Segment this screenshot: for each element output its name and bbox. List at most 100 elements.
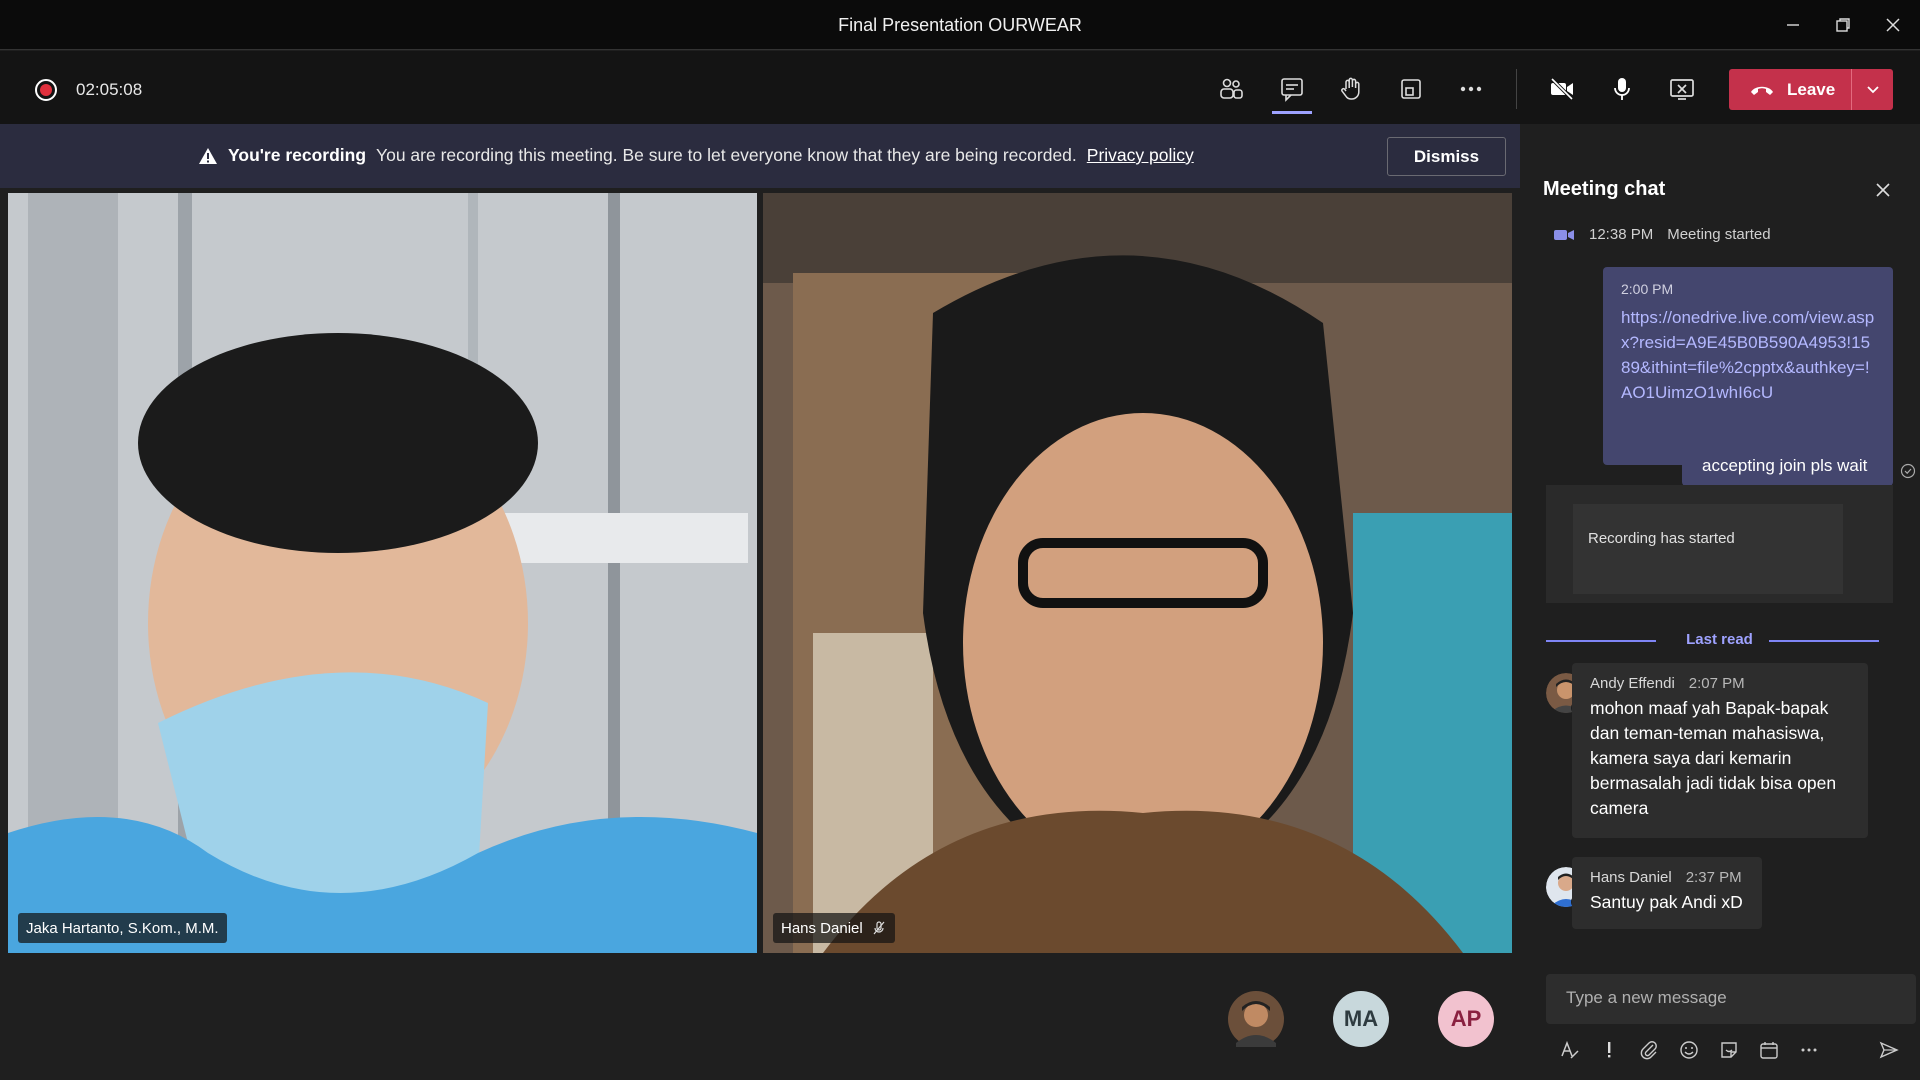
meeting-started-text: Meeting started: [1667, 226, 1771, 243]
meeting-started-time: 12:38 PM: [1589, 226, 1654, 243]
chat-button[interactable]: [1272, 69, 1312, 109]
video-tile-hans[interactable]: Hans Daniel: [763, 193, 1512, 953]
message-time: 2:00 PM: [1621, 281, 1674, 297]
recording-text: You are recording this meeting. Be sure …: [376, 145, 1077, 165]
chat-icon: [1281, 78, 1303, 102]
recording-title: You're recording: [228, 145, 367, 165]
compose-toolbar: [1546, 1030, 1918, 1070]
leave-button[interactable]: Leave: [1729, 69, 1851, 110]
close-icon: [1876, 183, 1890, 197]
raise-hand-button[interactable]: [1331, 69, 1371, 109]
exclamation-icon: [1608, 1042, 1611, 1058]
chat-message-andy[interactable]: Andy Effendi 2:07 PM mohon maaf yah Bapak…: [1572, 663, 1868, 838]
video-tile-jaka[interactable]: Jaka Hartanto, S.Kom., M.M.: [8, 193, 757, 953]
self-message-link[interactable]: 2:00 PM https://onedrive.live.com/view.a…: [1603, 267, 1893, 465]
format-button[interactable]: [1558, 1038, 1582, 1062]
video-feed-jaka: [8, 193, 757, 953]
chat-message-hans[interactable]: Hans Daniel 2:37 PM Santuy pak Andi xD: [1572, 857, 1762, 929]
camera-off-icon: [1550, 77, 1574, 101]
participant-name: Jaka Hartanto, S.Kom., M.M.: [26, 919, 219, 937]
more-icon: [1801, 1048, 1817, 1052]
emoji-button[interactable]: [1677, 1038, 1701, 1062]
restore-button[interactable]: [1820, 10, 1866, 40]
restore-icon: [1836, 18, 1850, 32]
message-text: mohon maaf yah Bapak-bapak dan teman-tem…: [1590, 698, 1837, 818]
minimize-button[interactable]: [1770, 10, 1816, 40]
important-button[interactable]: [1597, 1038, 1621, 1062]
chat-active-indicator: [1272, 111, 1312, 114]
recording-message: You're recording You are recording this …: [198, 145, 1194, 166]
dismiss-button[interactable]: Dismiss: [1387, 137, 1506, 176]
participant-avatar-ma[interactable]: MA: [1333, 991, 1389, 1047]
mic-muted-icon: [873, 921, 885, 935]
meeting-chat-panel: Meeting chat 12:38 PM Meeting started 2:…: [1521, 124, 1920, 1080]
title-bar: Final Presentation OURWEAR: [0, 0, 1920, 50]
share-screen-button[interactable]: [1662, 69, 1702, 109]
participants-button[interactable]: [1211, 69, 1251, 109]
toolbar-separator: [1516, 69, 1517, 109]
participant-avatar-ap[interactable]: AP: [1438, 991, 1494, 1047]
message-text: accepting join pls wait: [1702, 456, 1868, 475]
privacy-policy-link[interactable]: Privacy policy: [1087, 145, 1194, 166]
message-time: 2:37 PM: [1685, 869, 1742, 886]
schedule-button[interactable]: [1757, 1038, 1781, 1062]
last-read-label: Last read: [1686, 631, 1753, 648]
leave-label: Leave: [1787, 79, 1836, 99]
rooms-button[interactable]: [1391, 69, 1431, 109]
emoji-icon: [1680, 1041, 1698, 1059]
recording-indicator-icon: [35, 79, 57, 101]
message-author: Hans Daniel: [1590, 869, 1672, 886]
camera-toggle-button[interactable]: [1542, 69, 1582, 109]
sticker-button[interactable]: [1717, 1038, 1741, 1062]
video-feed-hans: [763, 193, 1512, 953]
message-text: Santuy pak Andi xD: [1590, 892, 1743, 912]
more-icon: [1460, 86, 1482, 92]
send-button[interactable]: [1877, 1038, 1901, 1062]
people-icon: [1220, 78, 1243, 99]
paperclip-icon: [1640, 1041, 1657, 1060]
message-author: Andy Effendi: [1590, 675, 1675, 692]
teams-meeting-window: Final Presentation OURWEAR 02:05:08 Leav…: [0, 0, 1920, 1080]
attach-button[interactable]: [1637, 1038, 1661, 1062]
participant-name-tag: Hans Daniel: [773, 913, 895, 943]
onedrive-link[interactable]: https://onedrive.live.com/view.aspx?resi…: [1621, 305, 1875, 405]
format-icon: [1561, 1040, 1579, 1059]
more-options-button[interactable]: [1797, 1038, 1821, 1062]
close-chat-button[interactable]: [1869, 176, 1897, 204]
warning-icon: [199, 147, 217, 164]
message-meta: Hans Daniel 2:37 PM: [1590, 869, 1744, 886]
leave-meeting-control: Leave: [1729, 69, 1893, 110]
meeting-toolbar: 02:05:08 Leave: [0, 51, 1920, 124]
sticker-icon: [1721, 1042, 1737, 1058]
leave-options-button[interactable]: [1852, 85, 1893, 95]
microphone-toggle-button[interactable]: [1602, 69, 1642, 109]
raise-hand-icon: [1341, 77, 1360, 100]
more-actions-button[interactable]: [1451, 69, 1491, 109]
microphone-icon: [1614, 78, 1630, 100]
share-screen-icon: [1670, 79, 1694, 100]
video-camera-icon: [1554, 229, 1574, 240]
calendar-icon: [1760, 1042, 1778, 1059]
message-compose-input[interactable]: Type a new message: [1546, 974, 1916, 1024]
participant-name-tag: Jaka Hartanto, S.Kom., M.M.: [18, 913, 227, 943]
send-icon: [1879, 1041, 1899, 1059]
participant-name: Hans Daniel: [781, 919, 863, 937]
chevron-down-icon: [1866, 85, 1879, 93]
window-title: Final Presentation OURWEAR: [838, 15, 1082, 35]
seen-check-icon: [1900, 463, 1916, 479]
self-message-short[interactable]: accepting join pls wait: [1682, 446, 1893, 486]
message-time: 2:07 PM: [1688, 675, 1745, 692]
close-window-button[interactable]: [1870, 10, 1916, 40]
recording-banner: You're recording You are recording this …: [0, 124, 1520, 188]
chat-title: Meeting chat: [1543, 178, 1666, 200]
participant-avatar-photo[interactable]: [1228, 991, 1284, 1047]
recording-notice-card: Recording has started: [1573, 504, 1843, 594]
close-icon: [1886, 18, 1900, 32]
avatar-photo: [1228, 991, 1284, 1047]
message-meta: Andy Effendi 2:07 PM: [1590, 675, 1850, 692]
meeting-timer: 02:05:08: [76, 80, 143, 99]
hang-up-icon: [1751, 86, 1773, 95]
meeting-started-line: 12:38 PM Meeting started: [1553, 226, 1771, 243]
minimize-icon: [1787, 24, 1799, 26]
last-read-divider: Last read: [1546, 625, 1893, 655]
